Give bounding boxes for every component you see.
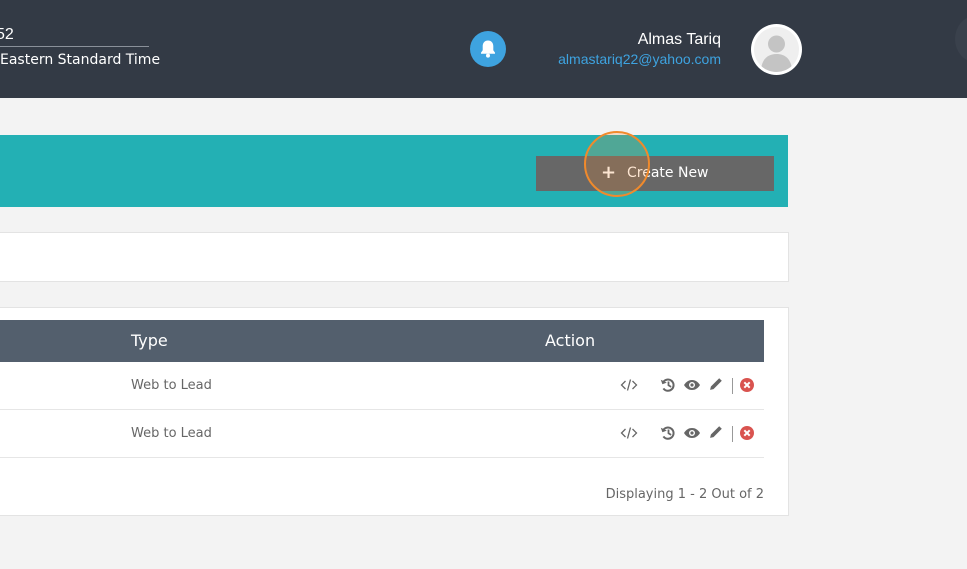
user-email-link[interactable]: almastariq22@yahoo.com [558, 50, 721, 68]
cell-type: Web to Lead [131, 426, 212, 441]
action-divider [732, 426, 733, 442]
clock-divider [0, 46, 149, 47]
table-row: Web to Lead [0, 362, 764, 410]
user-name: Almas Tariq [637, 31, 721, 48]
pencil-icon[interactable] [708, 376, 724, 394]
history-icon[interactable] [660, 424, 676, 442]
action-divider [732, 378, 733, 394]
history-icon[interactable] [660, 376, 676, 394]
code-icon[interactable] [620, 376, 638, 394]
plus-icon: + [601, 162, 617, 183]
user-avatar[interactable] [751, 24, 802, 75]
top-navbar: 52 Eastern Standard Time Almas Tariq alm… [0, 0, 967, 98]
column-header-type[interactable]: Type [131, 330, 168, 352]
notifications-button[interactable] [470, 31, 506, 67]
clock-time: 52 [0, 26, 14, 43]
code-icon[interactable] [620, 424, 638, 442]
table-row: Web to Lead [0, 410, 764, 458]
create-new-button[interactable]: + Create New [536, 156, 774, 191]
filter-panel [0, 232, 789, 282]
pagination-info: Displaying 1 - 2 Out of 2 [605, 487, 764, 502]
delete-icon[interactable] [739, 425, 755, 443]
table-header-row: Type Action [0, 320, 764, 362]
eye-icon[interactable] [683, 376, 701, 394]
header-right-widget[interactable] [955, 16, 967, 62]
delete-icon[interactable] [739, 377, 755, 395]
cell-type: Web to Lead [131, 378, 212, 393]
clock-timezone: Eastern Standard Time [0, 52, 161, 68]
eye-icon[interactable] [683, 424, 701, 442]
pencil-icon[interactable] [708, 424, 724, 442]
column-header-action: Action [545, 331, 596, 350]
forms-table-card: Type Action Web to Lead Web to Lead Disp… [0, 307, 789, 516]
create-new-label: Create New [627, 165, 709, 181]
